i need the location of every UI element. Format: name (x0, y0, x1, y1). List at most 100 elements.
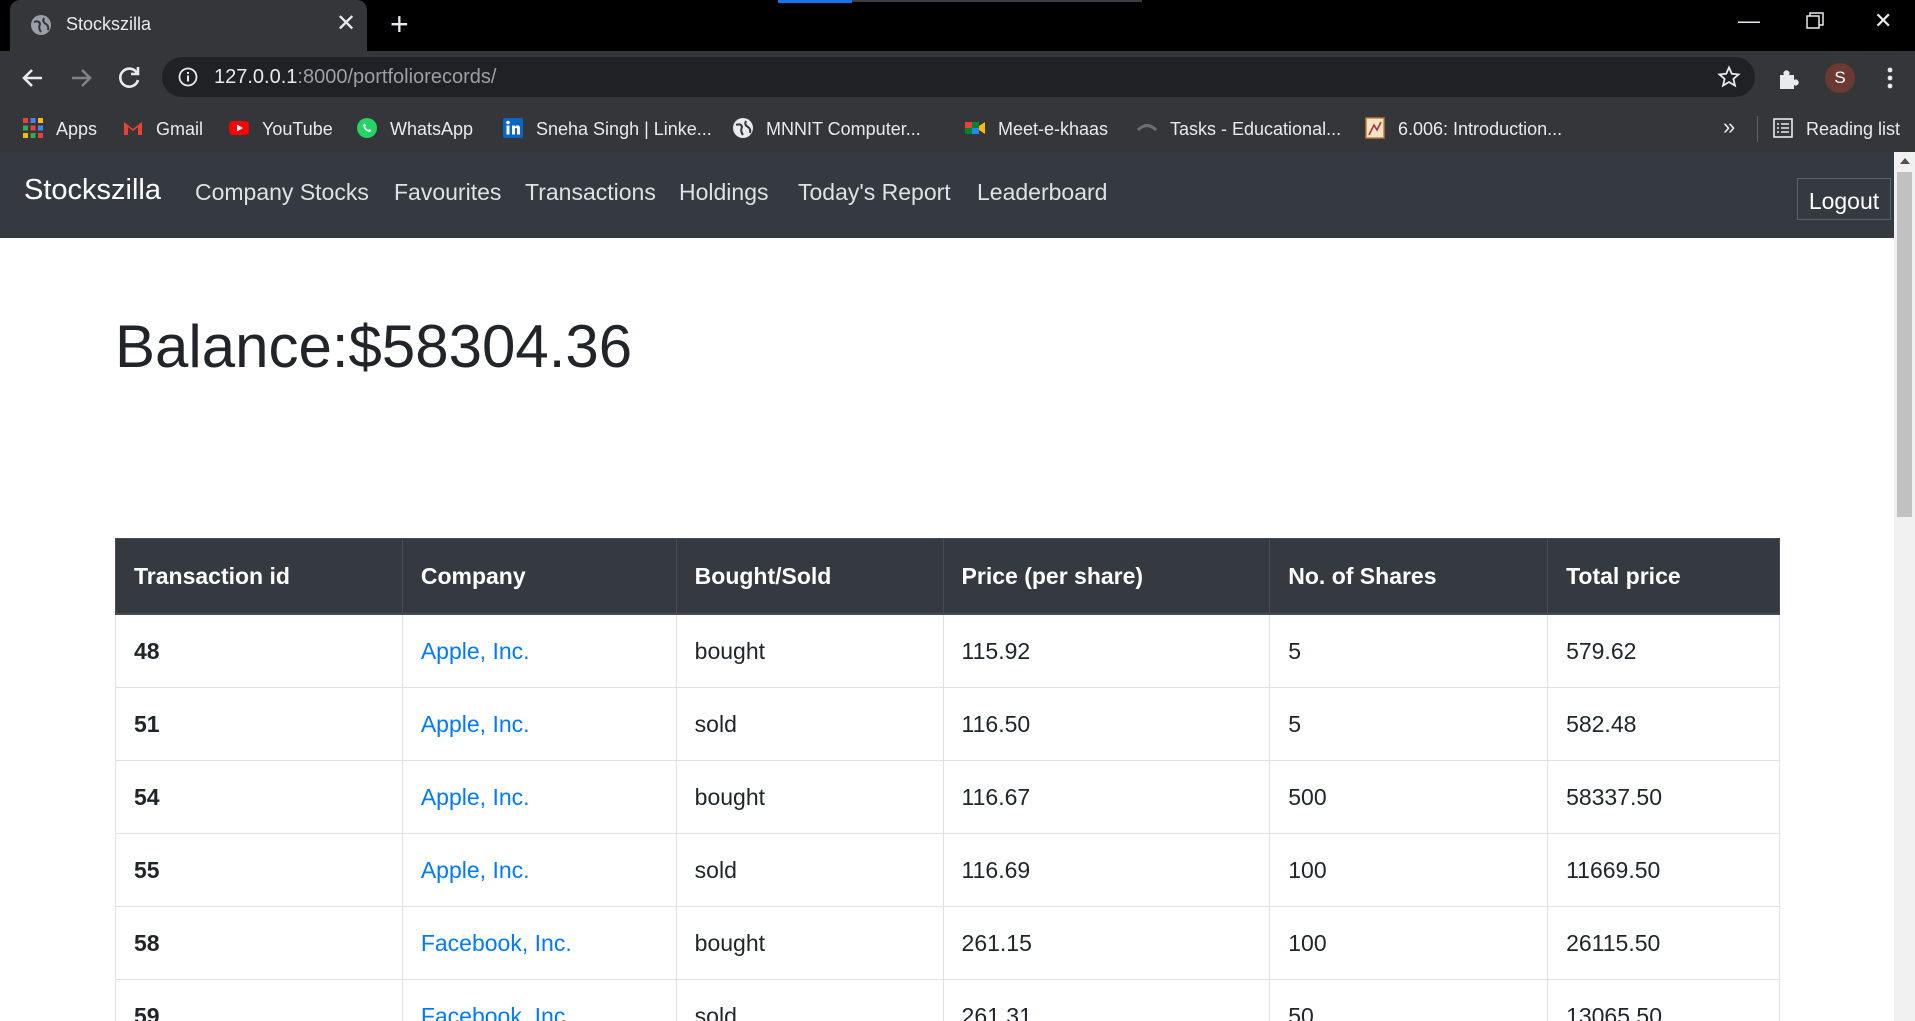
loading-track (852, 0, 1142, 2)
browser-tab-bar: Stockszilla ✕ + — ✕ (0, 0, 1915, 51)
bookmark-6006[interactable]: 6.006: Introduction... (1364, 116, 1562, 142)
profile-avatar[interactable]: S (1825, 63, 1855, 93)
whatsapp-icon (357, 118, 377, 139)
cell-price: 115.92 (942, 613, 1271, 688)
address-bar[interactable]: 127.0.0.1:8000/portfoliorecords/ (162, 57, 1755, 97)
bookmark-gmail[interactable]: Gmail (122, 116, 203, 142)
more-bookmarks-icon[interactable]: » (1723, 114, 1735, 140)
loading-indicator (778, 0, 852, 3)
table-row: 51 Apple, Inc. sold 116.50 5 582.48 (115, 687, 1780, 761)
company-link[interactable]: Apple, Inc. (421, 784, 530, 810)
cell-bought-sold: bought (675, 613, 944, 688)
back-icon[interactable] (16, 61, 50, 95)
tab-close-icon[interactable]: ✕ (336, 10, 356, 38)
reload-icon[interactable] (112, 61, 146, 95)
cell-shares: 5 (1269, 613, 1549, 688)
cell-company: Apple, Inc. (401, 687, 677, 761)
browser-toolbar: 127.0.0.1:8000/portfoliorecords/ S (0, 51, 1915, 104)
cell-total: 582.48 (1547, 687, 1780, 761)
cell-transaction-id: 51 (115, 687, 403, 761)
cell-total: 26115.50 (1547, 906, 1780, 980)
nav-link-todays-report[interactable]: Today's Report (798, 179, 951, 206)
new-tab-icon[interactable]: + (390, 6, 409, 42)
cell-price: 116.67 (942, 760, 1271, 834)
forward-icon[interactable] (64, 61, 98, 95)
page-scrollbar[interactable] (1894, 152, 1915, 1021)
nav-link-company-stocks[interactable]: Company Stocks (195, 179, 369, 206)
bookmark-label: WhatsApp (390, 119, 474, 139)
bookmark-whatsapp[interactable]: WhatsApp (356, 116, 473, 142)
nav-link-favourites[interactable]: Favourites (394, 179, 501, 206)
bookmark-label: Meet-e-khaas (998, 119, 1109, 139)
bookmark-label: Gmail (156, 119, 204, 139)
bookmark-tasks[interactable]: Tasks - Educational... (1136, 116, 1341, 142)
cell-company: Facebook, Inc. (401, 979, 677, 1021)
bookmark-linkedin[interactable]: Sneha Singh | Linke... (502, 116, 712, 142)
cell-bought-sold: bought (675, 906, 944, 980)
bookmark-mnnit[interactable]: MNNIT Computer... (732, 116, 921, 142)
cell-bought-sold: sold (675, 687, 944, 761)
scroll-up-arrow-icon[interactable] (1900, 158, 1910, 164)
tasks-icon (1136, 124, 1158, 132)
reading-list-button[interactable]: Reading list (1772, 116, 1900, 142)
browser-tab[interactable]: Stockszilla ✕ (10, 0, 367, 51)
bookmark-label: 6.006: Introduction... (1398, 119, 1563, 139)
cell-price: 116.50 (942, 687, 1271, 761)
header-bought-sold: Bought/Sold (675, 538, 944, 615)
url-text: 127.0.0.1:8000/portfoliorecords/ (214, 66, 496, 89)
cell-shares: 50 (1269, 979, 1549, 1021)
more-menu-icon[interactable] (1880, 63, 1900, 93)
table-row: 59 Facebook, Inc. sold 261.31 50 13065.5… (115, 979, 1780, 1021)
company-link[interactable]: Facebook, Inc. (421, 1003, 572, 1021)
header-company: Company (401, 538, 677, 615)
cell-price: 261.31 (942, 979, 1271, 1021)
header-transaction-id: Transaction id (115, 538, 403, 615)
bookmark-label: YouTube (262, 119, 333, 139)
youtube-icon (229, 121, 249, 136)
restore-icon[interactable] (1806, 12, 1824, 30)
nav-link-transactions[interactable]: Transactions (525, 179, 656, 206)
cell-price: 261.15 (942, 906, 1271, 980)
bookmark-apps[interactable]: Apps (22, 116, 97, 142)
minimize-icon[interactable]: — (1738, 8, 1760, 34)
table-row: 58 Facebook, Inc. bought 261.15 100 2611… (115, 906, 1780, 980)
bookmark-star-icon[interactable] (1717, 65, 1741, 89)
bookmark-youtube[interactable]: YouTube (228, 116, 333, 142)
cell-total: 58337.50 (1547, 760, 1780, 834)
cell-total: 11669.50 (1547, 833, 1780, 907)
gmail-icon (124, 122, 142, 136)
cell-price: 116.69 (942, 833, 1271, 907)
table-row: 55 Apple, Inc. sold 116.69 100 11669.50 (115, 833, 1780, 907)
logout-button[interactable]: Logout (1797, 178, 1891, 220)
navbar-brand[interactable]: Stockszilla (24, 174, 161, 207)
company-link[interactable]: Apple, Inc. (421, 857, 530, 883)
cell-company: Apple, Inc. (401, 613, 677, 688)
doc-icon (1365, 117, 1385, 139)
balance-heading: Balance:$58304.36 (115, 313, 633, 380)
bookmark-label: MNNIT Computer... (766, 119, 921, 139)
cell-bought-sold: sold (675, 833, 944, 907)
site-navbar: Stockszilla Company Stocks Favourites Tr… (0, 152, 1894, 238)
globe-icon (733, 118, 753, 139)
transactions-table: Transaction id Company Bought/Sold Price… (115, 538, 1780, 1021)
meet-icon (965, 122, 985, 135)
tab-title: Stockszilla (66, 14, 152, 34)
cell-transaction-id: 55 (115, 833, 403, 907)
cell-shares: 500 (1269, 760, 1549, 834)
nav-link-holdings[interactable]: Holdings (679, 179, 769, 206)
bookmark-meet[interactable]: Meet-e-khaas (964, 116, 1108, 142)
nav-link-leaderboard[interactable]: Leaderboard (977, 179, 1107, 206)
scrollbar-thumb[interactable] (1897, 172, 1912, 517)
bookmarks-divider (1757, 116, 1758, 142)
company-link[interactable]: Apple, Inc. (421, 638, 530, 664)
company-link[interactable]: Facebook, Inc. (421, 930, 572, 956)
url-path: :8000/portfoliorecords/ (297, 66, 497, 88)
cell-company: Facebook, Inc. (401, 906, 677, 980)
close-window-icon[interactable]: ✕ (1874, 8, 1892, 34)
extensions-icon[interactable] (1776, 65, 1802, 91)
page-viewport: Stockszilla Company Stocks Favourites Tr… (0, 152, 1894, 1021)
info-icon[interactable] (178, 67, 198, 87)
company-link[interactable]: Apple, Inc. (421, 711, 530, 737)
cell-shares: 100 (1269, 906, 1549, 980)
cell-transaction-id: 54 (115, 760, 403, 834)
